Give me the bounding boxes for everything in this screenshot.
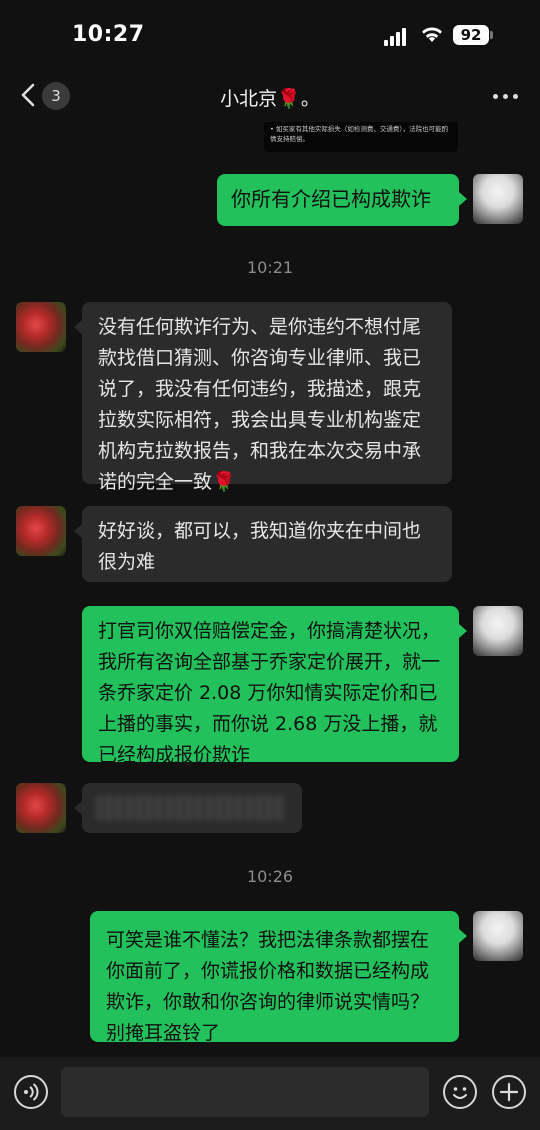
avatar-self[interactable]: [473, 174, 523, 224]
bubble-tail: [74, 801, 82, 815]
emoji-icon[interactable]: [443, 1075, 477, 1109]
message-bubble-other[interactable]: 好好谈，都可以，我知道你夹在中间也很为难: [82, 506, 452, 582]
message-bubble-self[interactable]: 你所有介绍已构成欺诈: [217, 174, 459, 226]
message-row-other: [0, 783, 540, 835]
bubble-tail: [459, 624, 467, 638]
signal-icon: [384, 28, 410, 46]
input-bar: [0, 1057, 540, 1130]
avatar-other[interactable]: [16, 506, 66, 556]
more-dots-icon[interactable]: [493, 94, 519, 100]
plus-icon[interactable]: [492, 1075, 526, 1109]
redacted-content: [96, 795, 286, 821]
avatar-self[interactable]: [473, 911, 523, 961]
voice-icon[interactable]: [14, 1075, 48, 1109]
avatar-other[interactable]: [16, 783, 66, 833]
timestamp: 10:26: [246, 867, 294, 886]
bubble-tail: [74, 320, 82, 334]
chat-header: 3 小北京🌹。: [0, 70, 540, 122]
chat-title: 小北京🌹。: [220, 88, 320, 110]
timestamp: 10:21: [246, 258, 294, 277]
message-bubble-self[interactable]: 可笑是谁不懂法？我把法律条款都摆在你面前了，你谎报价格和数据已经构成欺诈，你敢和…: [90, 911, 459, 1044]
battery-tip: [490, 31, 493, 39]
status-time: 10:27: [72, 22, 145, 47]
avatar-other[interactable]: [16, 302, 66, 352]
quoted-image-card[interactable]: • 如买家有其他实际损失（如检测费、交通费），法院也可能酌情支持赔偿。: [264, 122, 458, 152]
bubble-tail: [459, 192, 467, 206]
message-bubble-other[interactable]: 没有任何欺诈行为、是你违约不想付尾款找借口猜测、你咨询专业律师、我已说了，我没有…: [82, 302, 452, 493]
message-bubble-self[interactable]: 打官司你双倍赔偿定金，你搞清楚状况，我所有咨询全部基于乔家定价展开，就一条乔家定…: [82, 606, 459, 766]
wifi-icon: [422, 27, 442, 42]
avatar-self[interactable]: [473, 606, 523, 656]
battery-indicator: 92: [453, 25, 489, 45]
bubble-tail: [459, 929, 467, 943]
status-bar: 10:27 92: [0, 0, 540, 70]
message-list[interactable]: • 如买家有其他实际损失（如检测费、交通费），法院也可能酌情支持赔偿。 你所有介…: [0, 122, 540, 1057]
message-input[interactable]: [61, 1067, 429, 1117]
bubble-tail: [74, 524, 82, 538]
